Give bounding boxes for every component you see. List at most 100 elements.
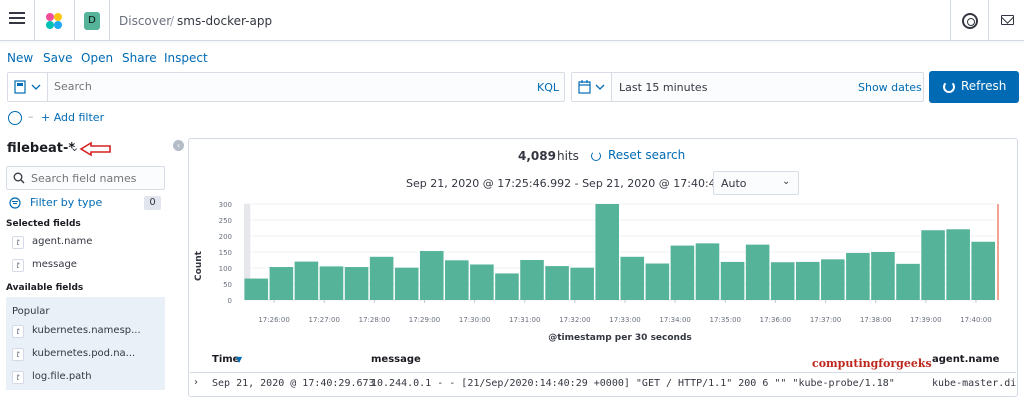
field-item[interactable]: t kubernetes.pod.na... [6, 345, 165, 365]
header-divider [74, 0, 75, 40]
mail-icon[interactable] [1001, 15, 1014, 25]
message-column-header[interactable]: message [371, 354, 421, 365]
filter-menu-icon[interactable] [8, 111, 22, 125]
chevron-down-icon[interactable]: ⌄ [70, 141, 79, 154]
hits-label: hits [557, 149, 579, 163]
field-item[interactable]: t kubernetes.namesp... [6, 322, 165, 342]
string-field-icon: t [12, 259, 24, 272]
histogram-bar[interactable] [896, 263, 920, 300]
query-bar: KQL [7, 72, 565, 102]
kibana-logo-icon[interactable] [44, 11, 64, 31]
breadcrumb-separator: / [170, 14, 175, 28]
histogram-bar[interactable] [244, 278, 269, 300]
histogram-bar[interactable] [745, 244, 770, 300]
index-pattern-title[interactable]: filebeat-* [7, 141, 75, 156]
histogram-bar[interactable] [846, 252, 870, 300]
expand-row-icon[interactable]: › [194, 377, 198, 388]
add-filter-button[interactable]: + Add filter [41, 111, 104, 124]
histogram-bar[interactable] [319, 266, 344, 300]
field-name: message [32, 259, 77, 270]
calendar-icon [578, 80, 605, 94]
field-name: kubernetes.namesp... [32, 325, 141, 336]
histogram-bar[interactable] [946, 229, 970, 300]
new-button[interactable]: New [7, 51, 33, 65]
histogram-bar[interactable] [344, 267, 369, 300]
cell-time: Sep 21, 2020 @ 17:40:29.673 [212, 378, 375, 389]
y-axis-label: Count [194, 250, 204, 281]
kql-toggle-button[interactable]: KQL [537, 81, 559, 94]
histogram-bar[interactable] [645, 263, 670, 300]
filter-count-badge: 0 [144, 196, 161, 210]
histogram-bar[interactable] [394, 267, 419, 300]
histogram-bar[interactable] [269, 267, 294, 300]
string-field-icon: t [12, 371, 24, 384]
histogram-bar[interactable] [821, 259, 845, 300]
refresh-button[interactable]: Refresh [929, 71, 1019, 103]
histogram-bar[interactable] [545, 266, 569, 300]
x-tick-label: 17:35:00 [710, 316, 741, 324]
date-range-label[interactable]: Last 15 minutes [619, 81, 707, 94]
histogram-bar[interactable] [570, 267, 594, 300]
histogram-bar[interactable] [971, 241, 995, 300]
histogram-bar[interactable] [770, 262, 795, 300]
open-button[interactable]: Open [81, 51, 113, 65]
histogram-bar[interactable] [795, 261, 820, 300]
x-axis-label: @timestamp per 30 seconds [548, 333, 692, 343]
x-tick-label: 17:29:00 [409, 316, 440, 324]
help-icon[interactable] [962, 13, 978, 29]
histogram-bar[interactable] [520, 260, 544, 300]
histogram-bar[interactable] [369, 256, 394, 300]
histogram-bar[interactable] [670, 245, 695, 300]
x-tick-label: 17:28:00 [359, 316, 390, 324]
interval-value: Auto [721, 177, 747, 190]
x-tick-label: 17:37:00 [810, 316, 841, 324]
field-search-input[interactable] [31, 172, 159, 185]
field-item[interactable]: t message [6, 256, 165, 276]
show-dates-button[interactable]: Show dates [858, 81, 922, 94]
x-tick-label: 17:33:00 [609, 316, 640, 324]
histogram-bar[interactable] [294, 261, 319, 300]
collapse-sidebar-icon[interactable]: ‹ [173, 140, 184, 151]
histogram-bar[interactable] [695, 243, 720, 300]
agent-column-header[interactable]: agent.name [932, 354, 999, 365]
share-button[interactable]: Share [122, 51, 157, 65]
quick-select-button[interactable] [572, 73, 612, 101]
histogram-bar[interactable] [419, 251, 444, 300]
saved-query-menu[interactable] [8, 73, 48, 101]
sort-down-icon[interactable]: ▼ [236, 355, 242, 364]
histogram-bar[interactable] [470, 264, 494, 300]
histogram-bar[interactable] [720, 261, 745, 300]
field-item[interactable]: t log.file.path [6, 368, 165, 388]
refresh-label: Refresh [961, 79, 1007, 93]
histogram-bar[interactable] [445, 260, 469, 300]
date-picker: Last 15 minutes Show dates [571, 72, 924, 102]
histogram-bar[interactable] [871, 252, 895, 300]
string-field-icon: t [12, 236, 24, 249]
header-divider [109, 0, 110, 40]
space-avatar[interactable]: D [84, 12, 100, 30]
field-item[interactable]: t agent.name [6, 233, 165, 253]
reset-icon [591, 151, 601, 161]
hits-count: 4,089 [518, 149, 556, 163]
interval-select[interactable]: Auto ⌄ [713, 171, 799, 195]
search-input[interactable] [54, 80, 514, 93]
x-tick-label: 17:40:00 [960, 316, 991, 324]
histogram-bar[interactable] [620, 256, 645, 300]
breadcrumb-discover[interactable]: Discover [119, 14, 171, 28]
filter-by-type-button[interactable]: Filter by type [30, 196, 102, 209]
header-divider [34, 0, 35, 40]
y-tick-label: 150 [219, 249, 232, 257]
histogram-bar[interactable] [595, 204, 619, 300]
histogram-bar[interactable] [921, 230, 945, 300]
histogram-chart[interactable]: 0 50 100 150 200 250 300 17:26:00 17:27:00 17:28… [190, 196, 1000, 344]
available-fields-title: Available fields [6, 283, 84, 293]
x-tick-label: 17:36:00 [760, 316, 791, 324]
x-tick-label: 17:34:00 [659, 316, 690, 324]
string-field-icon: t [12, 325, 24, 338]
x-tick-label: 17:32:00 [559, 316, 590, 324]
histogram-bar[interactable] [495, 273, 519, 300]
hamburger-menu-icon[interactable] [9, 12, 25, 26]
save-button[interactable]: Save [43, 51, 72, 65]
inspect-button[interactable]: Inspect [164, 51, 208, 65]
reset-search-button[interactable]: Reset search [608, 148, 685, 162]
